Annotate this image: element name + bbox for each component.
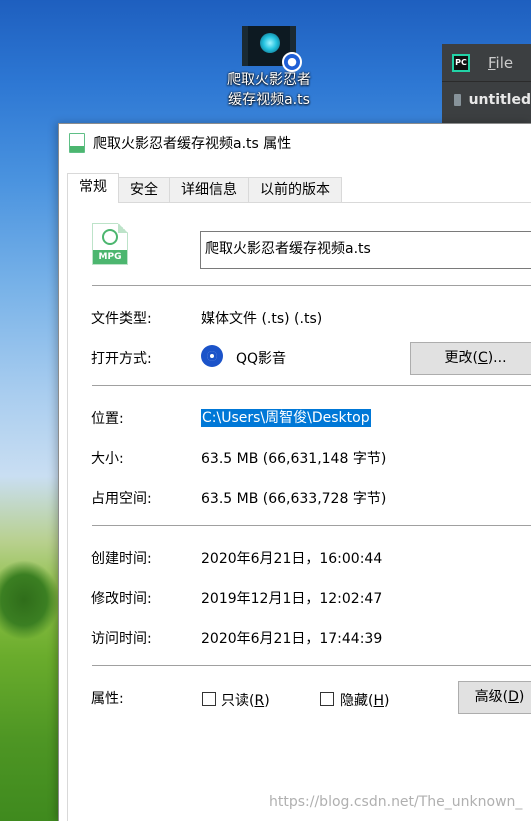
qq-player-badge-icon: ● [282, 52, 302, 72]
desktop-file-label: 爬取火影忍者 缓存视频a.ts [214, 70, 324, 110]
change-button[interactable]: 更改(C)... [410, 342, 531, 375]
type-label: 文件类型: [91, 311, 152, 327]
background-ide-window[interactable]: PC File untitled [442, 44, 531, 134]
created-label: 创建时间: [91, 551, 152, 567]
tab-general[interactable]: 常规 [67, 173, 119, 203]
file-name-input[interactable]: 爬取火影忍者缓存视频a.ts [200, 231, 531, 269]
tab-previous-versions[interactable]: 以前的版本 [248, 177, 342, 203]
opens-with-app: QQ影音 [236, 351, 287, 367]
advanced-button-suffix: ) [518, 689, 525, 705]
tab-details[interactable]: 详细信息 [169, 177, 249, 203]
background-tree [0, 560, 60, 640]
divider [92, 285, 531, 286]
readonly-label-suffix: ) [264, 693, 270, 709]
size-value: 63.5 MB (66,631,148 字节) [201, 451, 387, 467]
size-on-disk-value: 63.5 MB (66,633,728 字节) [201, 491, 387, 507]
advanced-button[interactable]: 高级(D) [458, 681, 531, 714]
hidden-label[interactable]: 隐藏(H) [340, 690, 389, 710]
folder-icon [454, 94, 461, 106]
modified-value: 2019年12月1日，12:02:47 [201, 591, 383, 607]
opens-with-label: 打开方式: [91, 351, 152, 367]
divider [92, 385, 531, 386]
created-value: 2020年6月21日，16:00:44 [201, 551, 383, 567]
advanced-button-prefix: 高级( [474, 689, 509, 705]
desktop-file-label-line2: 缓存视频a.ts [228, 92, 310, 108]
location-value[interactable]: C:\Users\周智俊\Desktop [201, 407, 371, 427]
hidden-label-accelerator: H [373, 693, 384, 709]
readonly-checkbox[interactable] [202, 692, 216, 706]
dialog-title: 爬取火影忍者缓存视频a.ts 属性 [93, 136, 292, 152]
qq-player-icon [201, 345, 223, 367]
size-on-disk-label: 占用空间: [91, 491, 152, 507]
ide-project-tab[interactable]: untitled [442, 82, 531, 118]
pycharm-logo-icon: PC [452, 53, 470, 72]
location-selected-text[interactable]: C:\Users\周智俊\Desktop [201, 409, 371, 427]
ide-menu-file-rest: ile [495, 53, 514, 72]
type-value: 媒体文件 (.ts) (.ts) [201, 311, 323, 327]
change-button-suffix: )... [487, 350, 507, 366]
change-button-accelerator: C [477, 350, 488, 366]
hidden-label-suffix: ) [384, 693, 390, 709]
csdn-watermark: https://blog.csdn.net/The_unknown_ [269, 794, 523, 810]
readonly-label[interactable]: 只读(R) [221, 690, 270, 710]
desktop-file-label-line1: 爬取火影忍者 [227, 72, 311, 88]
ide-menubar: PC File [442, 44, 531, 82]
hidden-label-prefix: 隐藏( [340, 693, 374, 709]
mpg-file-icon-text: MPG [93, 250, 127, 264]
hidden-checkbox[interactable] [320, 692, 334, 706]
mpg-file-small-icon [69, 133, 85, 153]
desktop-file-icon[interactable]: ● 爬取火影忍者 缓存视频a.ts [214, 26, 324, 110]
ide-menu-file[interactable]: File [488, 54, 513, 72]
size-label: 大小: [91, 451, 124, 467]
mpg-file-icon: MPG [92, 223, 128, 265]
change-button-prefix: 更改( [444, 350, 478, 366]
attributes-label: 属性: [91, 691, 124, 707]
properties-dialog: 爬取火影忍者缓存视频a.ts 属性 常规 安全 详细信息 以前的版本 MPG 爬… [58, 123, 531, 821]
divider [92, 525, 531, 526]
location-label: 位置: [91, 411, 124, 427]
accessed-label: 访问时间: [91, 631, 152, 647]
dialog-titlebar[interactable]: 爬取火影忍者缓存视频a.ts 属性 [59, 124, 531, 162]
ide-menu-file-accelerator: F [488, 53, 496, 72]
camera-lens-icon [260, 33, 280, 53]
video-thumbnail-icon: ● [242, 26, 302, 72]
tab-security[interactable]: 安全 [118, 177, 170, 203]
tab-strip: 常规 安全 详细信息 以前的版本 [67, 173, 342, 203]
accessed-value: 2020年6月21日，17:44:39 [201, 631, 383, 647]
divider [92, 665, 531, 666]
advanced-button-accelerator: D [508, 689, 519, 705]
readonly-label-prefix: 只读( [221, 693, 255, 709]
ide-project-label: untitled [468, 92, 531, 108]
general-tab-panel: MPG 爬取火影忍者缓存视频a.ts 文件类型: 媒体文件 (.ts) (.ts… [67, 202, 531, 821]
readonly-label-accelerator: R [254, 693, 265, 709]
modified-label: 修改时间: [91, 591, 152, 607]
